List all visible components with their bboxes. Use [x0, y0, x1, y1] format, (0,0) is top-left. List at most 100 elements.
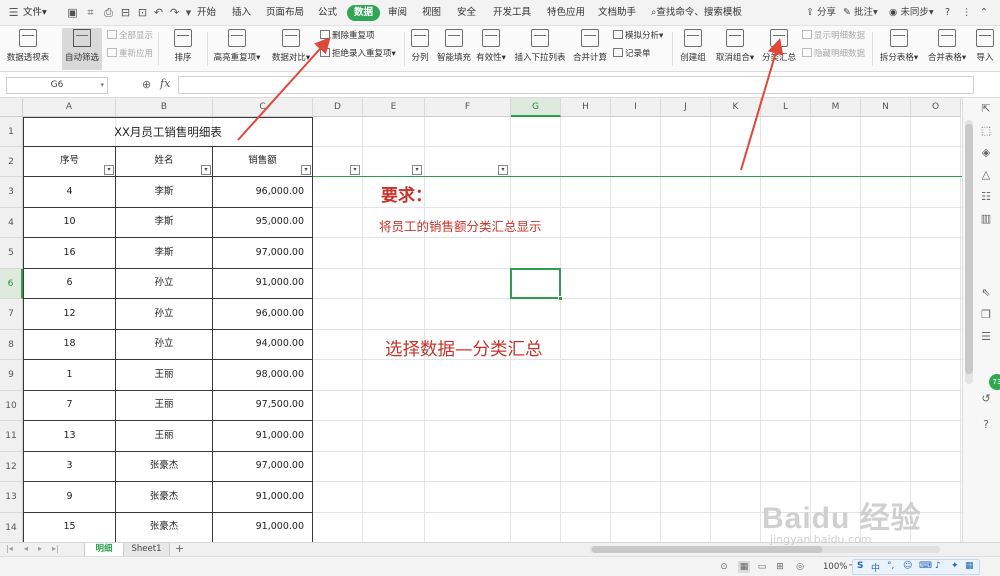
- selected-cell[interactable]: [510, 268, 561, 299]
- last-sheet-icon[interactable]: ▸|: [52, 544, 59, 553]
- scrollbar-thumb[interactable]: [965, 124, 973, 374]
- insert-function-button[interactable]: fx: [160, 77, 170, 90]
- score-badge[interactable]: 73: [989, 374, 1000, 390]
- cell-index[interactable]: 9: [23, 482, 116, 513]
- ime-chinese-mode[interactable]: 中: [871, 561, 880, 574]
- preview-icon[interactable]: ⊡: [136, 6, 149, 19]
- column-header-g[interactable]: G: [511, 98, 561, 117]
- save-icon[interactable]: ▣: [66, 6, 79, 19]
- row-header-13[interactable]: 13: [0, 482, 23, 513]
- next-sheet-icon[interactable]: ▸: [38, 544, 42, 553]
- tab-features[interactable]: 特色应用: [547, 6, 585, 20]
- cell-sales[interactable]: 96,000.00: [213, 299, 313, 330]
- column-header-n[interactable]: N: [861, 98, 911, 117]
- cell-name[interactable]: 李斯: [116, 238, 213, 269]
- consolidate-button[interactable]: 合并计算: [571, 28, 609, 70]
- export-pdf-icon[interactable]: ⊟: [119, 6, 132, 19]
- cell-sales[interactable]: 91,000.00: [213, 513, 313, 542]
- formula-input[interactable]: [178, 76, 974, 94]
- insert-dropdown-button[interactable]: 插入下拉列表: [512, 28, 568, 70]
- horizontal-scrollbar[interactable]: [590, 546, 940, 553]
- row-header-4[interactable]: 4: [0, 208, 23, 238]
- column-header-e[interactable]: E: [363, 98, 425, 117]
- create-group-button[interactable]: 创建组: [676, 28, 710, 70]
- row-header-6[interactable]: 6: [0, 269, 23, 299]
- filter-dropdown-icon[interactable]: ▾: [498, 165, 508, 175]
- column-header-m[interactable]: M: [811, 98, 861, 117]
- pointer-icon[interactable]: ⇖: [979, 286, 993, 300]
- filter-dropdown-icon[interactable]: ▾: [104, 165, 114, 175]
- ime-logo-icon[interactable]: S: [857, 561, 863, 571]
- text-to-columns-button[interactable]: 分列: [406, 28, 434, 70]
- ime-skin-icon[interactable]: ✦: [951, 561, 959, 571]
- header-cell-name[interactable]: 姓名 ▾: [116, 147, 213, 177]
- tab-insert[interactable]: 插入: [232, 6, 251, 20]
- property-icon[interactable]: ☷: [979, 190, 993, 204]
- cell-sales[interactable]: 98,000.00: [213, 360, 313, 391]
- validity-button[interactable]: 有效性▾: [474, 28, 508, 70]
- cell-name[interactable]: 李斯: [116, 208, 213, 238]
- row-header-12[interactable]: 12: [0, 452, 23, 482]
- tab-data[interactable]: 数据: [347, 5, 381, 21]
- tab-view[interactable]: 视图: [422, 6, 441, 20]
- style-icon[interactable]: ◈: [979, 146, 993, 160]
- comment-button[interactable]: ✎ 批注▾: [843, 6, 878, 20]
- name-box[interactable]: G6 ▾: [6, 77, 108, 94]
- cell-name[interactable]: 王丽: [116, 421, 213, 452]
- column-header-i[interactable]: I: [611, 98, 661, 117]
- reapply-button[interactable]: 重新应用: [107, 48, 153, 60]
- cell-index[interactable]: 7: [23, 391, 116, 421]
- cell-name[interactable]: 孙立: [116, 299, 213, 330]
- undo-icon[interactable]: ↶: [152, 6, 165, 19]
- cell-sales[interactable]: 91,000.00: [213, 269, 313, 299]
- cell-name[interactable]: 张豪杰: [116, 482, 213, 513]
- show-all-button[interactable]: 全部显示: [107, 30, 153, 42]
- sheet-title-cell[interactable]: XX月员工销售明细表: [23, 117, 313, 147]
- normal-view-icon[interactable]: ▦: [738, 561, 750, 573]
- vertical-scrollbar[interactable]: [965, 120, 973, 384]
- cell-sales[interactable]: 91,000.00: [213, 421, 313, 452]
- row-header-7[interactable]: 7: [0, 299, 23, 330]
- tab-formula[interactable]: 公式: [318, 6, 337, 20]
- cell-index[interactable]: 1: [23, 360, 116, 391]
- cell-name[interactable]: 张豪杰: [116, 513, 213, 542]
- sheet-tab-detail[interactable]: 明细: [84, 543, 124, 556]
- tab-review[interactable]: 审阅: [388, 6, 407, 20]
- ime-toolbox-icon[interactable]: ▦: [965, 561, 974, 571]
- pivot-table-button[interactable]: 数据透视表: [2, 28, 54, 70]
- column-header-j[interactable]: J: [661, 98, 711, 117]
- cell-name[interactable]: 张豪杰: [116, 452, 213, 482]
- format-painter-icon[interactable]: ⌗: [84, 6, 97, 19]
- ime-voice-icon[interactable]: ♪: [935, 561, 941, 571]
- select-icon[interactable]: ⬚: [979, 124, 993, 138]
- cell-name[interactable]: 孙立: [116, 330, 213, 360]
- prev-sheet-icon[interactable]: ◂: [24, 544, 28, 553]
- cell-index[interactable]: 3: [23, 452, 116, 482]
- fill-handle[interactable]: [558, 296, 563, 301]
- cell-sales[interactable]: 97,000.00: [213, 238, 313, 269]
- select-all-corner[interactable]: [0, 98, 23, 117]
- dropdown-icon[interactable]: ▾: [182, 6, 195, 19]
- row-header-9[interactable]: 9: [0, 360, 23, 391]
- filter-dropdown-icon[interactable]: ▾: [350, 165, 360, 175]
- page-layout-icon[interactable]: ▭: [756, 561, 768, 573]
- column-header-b[interactable]: B: [116, 98, 213, 117]
- filter-dropdown-icon[interactable]: ▾: [201, 165, 211, 175]
- record-form-button[interactable]: 记录单: [613, 48, 651, 60]
- column-header-f[interactable]: F: [425, 98, 511, 117]
- print-icon[interactable]: ⎙: [102, 6, 115, 19]
- chart-icon[interactable]: ▥: [979, 212, 993, 226]
- split-table-button[interactable]: 拆分表格▾: [876, 28, 922, 70]
- header-cell-index[interactable]: 序号 ▾: [23, 147, 116, 177]
- reject-duplicates-button[interactable]: 拒绝录入重复项▾: [320, 48, 396, 60]
- zoom-icon[interactable]: ⊕: [142, 78, 151, 91]
- ime-punctuation[interactable]: °,: [887, 561, 894, 571]
- cell-sales[interactable]: 94,000.00: [213, 330, 313, 360]
- remove-duplicates-button[interactable]: 删除重复项: [320, 30, 375, 42]
- expand-panel-icon[interactable]: ⇱: [979, 102, 993, 116]
- cell-name[interactable]: 李斯: [116, 177, 213, 208]
- sort-button[interactable]: 排序: [160, 28, 206, 70]
- row-header-3[interactable]: 3: [0, 177, 23, 208]
- cell-sales[interactable]: 97,000.00: [213, 452, 313, 482]
- tab-security[interactable]: 安全: [457, 6, 476, 20]
